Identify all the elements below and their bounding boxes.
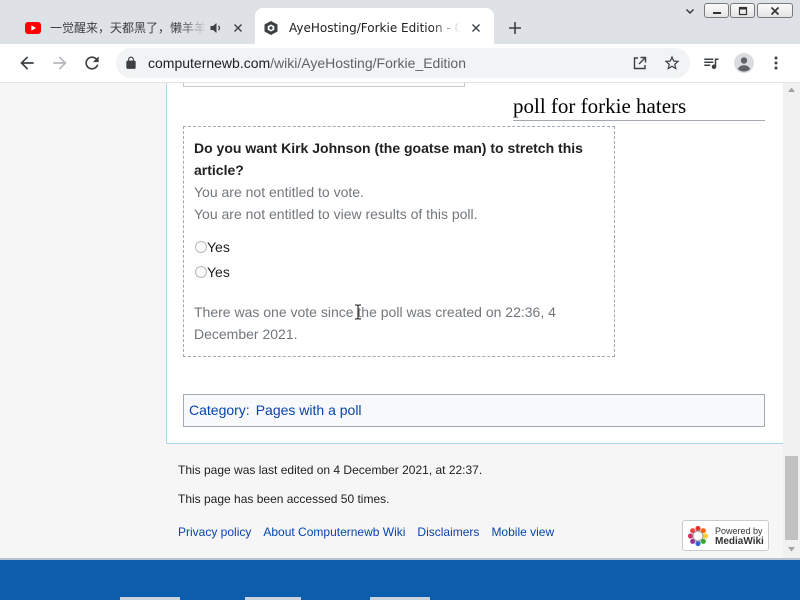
close-window-icon (770, 6, 780, 15)
media-controls-icon[interactable] (702, 54, 720, 72)
tab-youtube[interactable]: 一觉醒来，天都黑了，懒羊羊 (10, 8, 254, 44)
url-path: /wiki/AyeHosting/Forkie_Edition (270, 55, 467, 71)
youtube-icon (25, 22, 41, 34)
share-icon[interactable] (631, 54, 649, 72)
scrollbar-thumb[interactable] (785, 456, 798, 540)
tab-forkie-edition[interactable]: AyeHosting/Forkie Edition - Com (255, 8, 494, 44)
url-text[interactable]: computernewb.com/wiki/AyeHosting/Forkie_… (148, 48, 466, 78)
poll-notice-vote: You are not entitled to vote. (194, 184, 364, 200)
tab-strip: 一觉醒来，天都黑了，懒羊羊 AyeHosting/Forkie Edition … (0, 0, 800, 44)
forward-arrow-icon[interactable] (50, 53, 70, 73)
reload-icon[interactable] (82, 53, 102, 73)
tab-search-chevron-icon[interactable] (683, 4, 697, 18)
category-link[interactable]: Pages with a poll (256, 402, 362, 418)
minimize-icon (712, 11, 721, 14)
section-heading: poll for forkie haters (513, 92, 765, 121)
tab-title: 一觉醒来，天都黑了，懒羊羊 (50, 21, 207, 35)
disclaimers-link[interactable]: Disclaimers (417, 523, 479, 541)
close-tab-icon[interactable] (468, 20, 484, 36)
poll-summary: There was one vote since the poll was cr… (194, 304, 556, 342)
profile-avatar-icon[interactable] (734, 53, 754, 73)
minimize-button[interactable] (704, 3, 729, 18)
desktop-taskbar (0, 560, 800, 600)
mobile-view-link[interactable]: Mobile view (491, 523, 554, 541)
poll-option-label: Yes (207, 238, 230, 255)
poll-option[interactable]: Yes (194, 259, 604, 284)
poll-option-label: Yes (207, 263, 230, 280)
content-box-partial (183, 83, 465, 87)
page-viewport[interactable]: poll for forkie haters Do you want Kirk … (0, 83, 783, 558)
poll-option[interactable]: Yes (194, 234, 604, 259)
last-edited-text: This page was last edited on 4 December … (178, 463, 483, 477)
page-views-text: This page has been accessed 50 times. (178, 492, 390, 506)
powered-by-text: Powered by (715, 526, 763, 536)
poll-notice-results: You are not entitled to view results of … (194, 206, 478, 222)
bookmark-star-icon[interactable] (663, 54, 681, 72)
text-cursor-icon (354, 304, 362, 320)
mediawiki-logo-icon (687, 525, 709, 547)
close-tab-icon[interactable] (230, 20, 246, 36)
maximize-button[interactable] (730, 3, 755, 18)
url-host: computernewb.com (148, 55, 271, 71)
category-links-box: Category: Pages with a poll (183, 394, 765, 427)
vertical-scrollbar[interactable] (783, 83, 800, 558)
mediawiki-text: MediaWiki (715, 536, 764, 547)
lock-icon[interactable] (124, 56, 138, 70)
speaker-icon[interactable] (209, 21, 223, 35)
about-link[interactable]: About Computernewb Wiki (263, 523, 405, 541)
footer-links: Privacy policy About Computernewb Wiki D… (178, 523, 554, 541)
back-arrow-icon[interactable] (17, 53, 37, 73)
radio-button[interactable] (195, 265, 207, 278)
computernewb-favicon-icon (263, 20, 279, 36)
category-label-link[interactable]: Category: (189, 402, 250, 418)
scroll-up-arrow-icon[interactable] (787, 86, 796, 94)
address-bar[interactable]: computernewb.com/wiki/AyeHosting/Forkie_… (116, 48, 690, 78)
close-window-button[interactable] (757, 3, 793, 18)
privacy-policy-link[interactable]: Privacy policy (178, 523, 251, 541)
new-tab-plus-icon[interactable] (507, 20, 523, 36)
radio-button[interactable] (195, 240, 207, 253)
tab-title: AyeHosting/Forkie Edition - Com (289, 21, 461, 35)
menu-dots-icon[interactable] (768, 55, 784, 71)
poll-question: Do you want Kirk Johnson (the goatse man… (194, 140, 583, 178)
scroll-down-arrow-icon[interactable] (787, 545, 796, 553)
powered-by-mediawiki-badge[interactable]: Powered by MediaWiki (682, 520, 769, 551)
toolbar: computernewb.com/wiki/AyeHosting/Forkie_… (0, 44, 800, 83)
maximize-icon (738, 6, 747, 15)
poll-box: Do you want Kirk Johnson (the goatse man… (183, 126, 615, 357)
